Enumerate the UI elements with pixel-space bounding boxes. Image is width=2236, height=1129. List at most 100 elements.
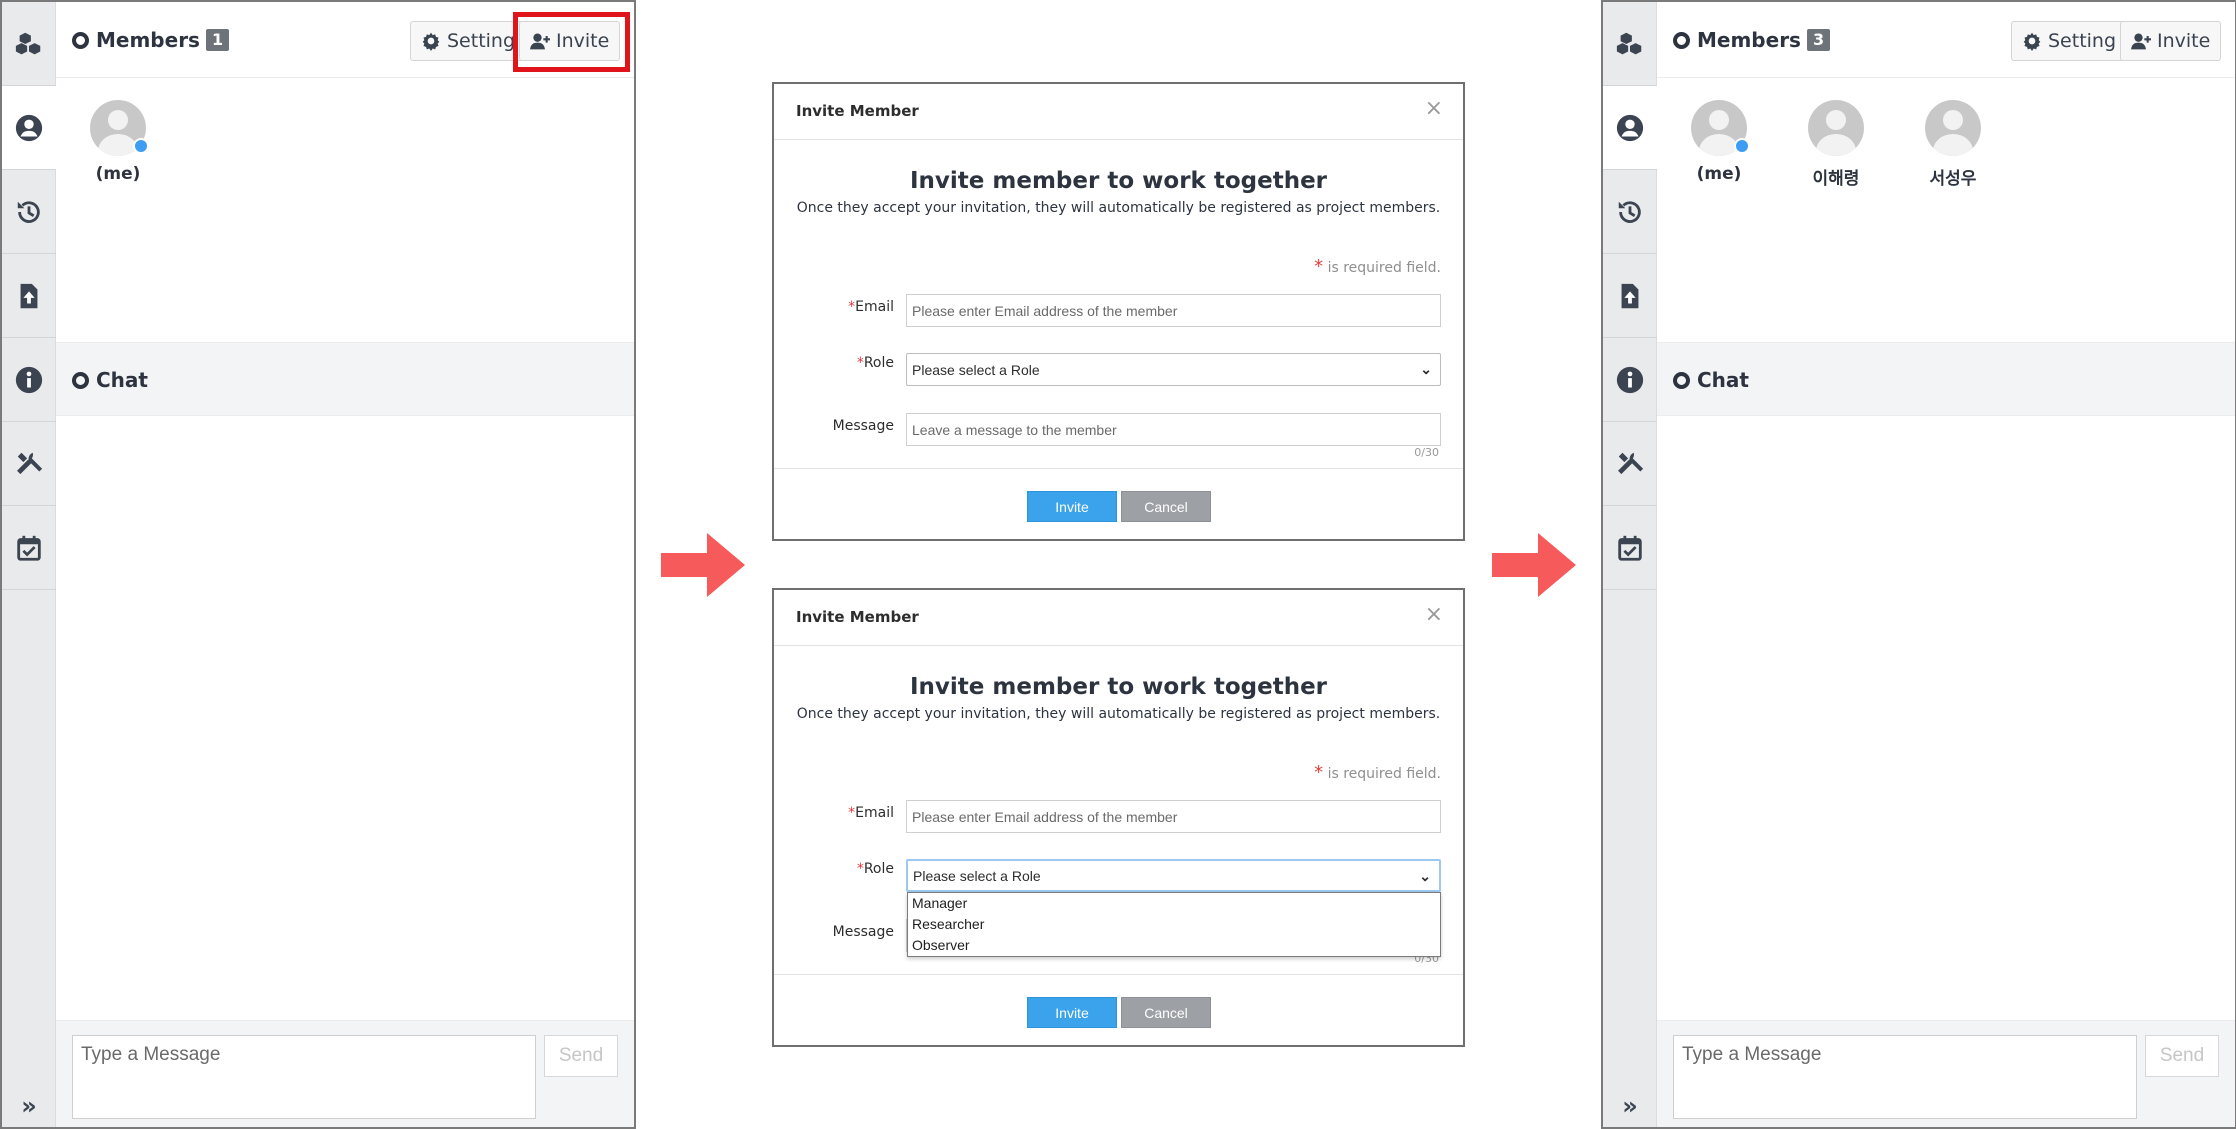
required-star: * [1314,762,1324,783]
chat-compose: Type a Message Send [1657,1020,2235,1127]
role-option-manager[interactable]: Manager [908,893,1440,914]
close-icon[interactable]: × [1425,96,1443,121]
icon-rail: » [2,2,56,1127]
modal-subheading: Once they accept your invitation, they w… [796,200,1441,216]
close-icon[interactable]: × [1425,602,1443,627]
modal-heading: Invite member to work together [909,674,1328,700]
modal-title: Invite Member [796,102,919,120]
cancel-button[interactable]: Cancel [1121,997,1211,1028]
rail-item-schedule[interactable] [2,506,56,590]
email-field[interactable]: Please enter Email address of the member [906,294,1441,327]
chat-header: Chat [56,342,634,416]
modal-footer: Invite Cancel [774,468,1463,539]
invite-submit-button[interactable]: Invite [1027,491,1117,522]
members-title-text: Members [96,28,200,52]
gear-icon [2023,32,2041,51]
rail-item-info[interactable] [2,338,56,422]
setting-button[interactable]: Setting [410,21,527,61]
modal-heading: Invite member to work together [909,168,1328,194]
section-bullet-icon [72,31,89,49]
avatar [1925,100,1981,156]
rail-item-upload[interactable] [2,254,56,338]
members-title: Members 3 [1673,28,1831,52]
invite-member-modal-role-open: Invite Member × Invite member to work to… [772,588,1465,1047]
member-name: 이해령 [1812,169,1860,189]
online-status-icon [1734,138,1750,154]
role-select-value: Please select a Role [913,867,1041,884]
setting-button[interactable]: Setting [2011,21,2128,61]
chat-header: Chat [1657,342,2235,416]
required-note: * is required field. [1314,762,1441,783]
member-name: 서성우 [1929,169,1977,189]
section-bullet-icon [72,371,89,389]
send-button[interactable]: Send [544,1035,618,1077]
expand-icon[interactable]: » [1603,1091,1657,1121]
role-select[interactable]: Please select a Role ⌄ [906,859,1441,892]
flow-arrow-icon [661,533,745,597]
message-input[interactable]: Type a Message [72,1035,536,1119]
required-note: * is required field. [1314,256,1441,277]
required-star: * [1314,256,1324,277]
message-input[interactable]: Type a Message [1673,1035,2137,1119]
online-status-icon [133,138,149,154]
send-button[interactable]: Send [2145,1035,2219,1077]
user-plus-icon [2131,33,2151,50]
history-icon [1618,200,1641,223]
rail-item-upload[interactable] [1603,254,1657,338]
chat-compose: Type a Message Send [56,1020,634,1127]
expand-icon[interactable]: » [2,1091,56,1121]
member-card[interactable]: 이해령 [1791,100,1881,189]
invite-label: Invite [2157,30,2211,52]
panel-content: Members 1 Setting Invite (me) Chat Type … [56,2,634,1127]
members-title: Members 1 [72,28,230,52]
members-header: Members 3 Setting Invite [1657,2,2235,78]
rail-item-cubes[interactable] [2,2,56,86]
rail-item-history[interactable] [2,170,56,254]
required-note-text: is required field. [1323,260,1441,276]
right-side-panel: » Members 3 Setting Invite (me) 이해령 서성우 … [1601,0,2236,1129]
rail-item-profile[interactable] [2,86,56,170]
avatar [1808,100,1864,156]
member-card[interactable]: (me) [73,100,163,184]
left-side-panel: » Members 1 Setting Invite (me) Chat Typ… [0,0,636,1129]
rail-item-tools[interactable] [2,422,56,506]
modal-header: Invite Member × [774,84,1463,140]
member-card[interactable]: (me) [1674,100,1764,184]
file-upload-icon [1621,283,1639,308]
invite-submit-button[interactable]: Invite [1027,997,1117,1028]
rail-item-cubes[interactable] [1603,2,1657,86]
role-label: *Role [774,861,894,877]
member-name: (me) [95,164,141,184]
role-option-researcher[interactable]: Researcher [908,914,1440,935]
icon-rail: » [1603,2,1657,1127]
info-icon [15,366,43,393]
modal-header: Invite Member × [774,590,1463,646]
role-select[interactable]: Please select a Role ⌄ [906,353,1441,386]
rail-item-history[interactable] [1603,170,1657,254]
role-option-observer[interactable]: Observer [908,935,1440,956]
rail-item-info[interactable] [1603,338,1657,422]
email-label: *Email [774,805,894,821]
user-circle-icon [15,114,43,141]
members-title-text: Members [1697,28,1801,52]
history-icon [17,200,40,223]
rail-item-tools[interactable] [1603,422,1657,506]
message-counter: 0/30 [1414,446,1439,459]
invite-button[interactable]: Invite [2120,21,2222,61]
stage: » Members 1 Setting Invite (me) Chat Typ… [0,0,2236,1129]
cancel-button[interactable]: Cancel [1121,491,1211,522]
modal-title: Invite Member [796,608,919,626]
message-field[interactable]: Leave a message to the member [906,413,1441,446]
email-field[interactable]: Please enter Email address of the member [906,800,1441,833]
members-count-badge: 3 [1806,29,1831,51]
invite-button-highlight [513,12,630,72]
flow-arrow-icon [1492,533,1576,597]
rail-item-schedule[interactable] [1603,506,1657,590]
cubes-icon [15,32,41,54]
rail-item-profile[interactable] [1603,86,1657,170]
member-card[interactable]: 서성우 [1908,100,1998,189]
tools-icon [17,452,43,474]
chat-title-text: Chat [1697,368,1749,392]
section-bullet-icon [1673,31,1690,49]
role-select-value: Please select a Role [912,361,1040,378]
